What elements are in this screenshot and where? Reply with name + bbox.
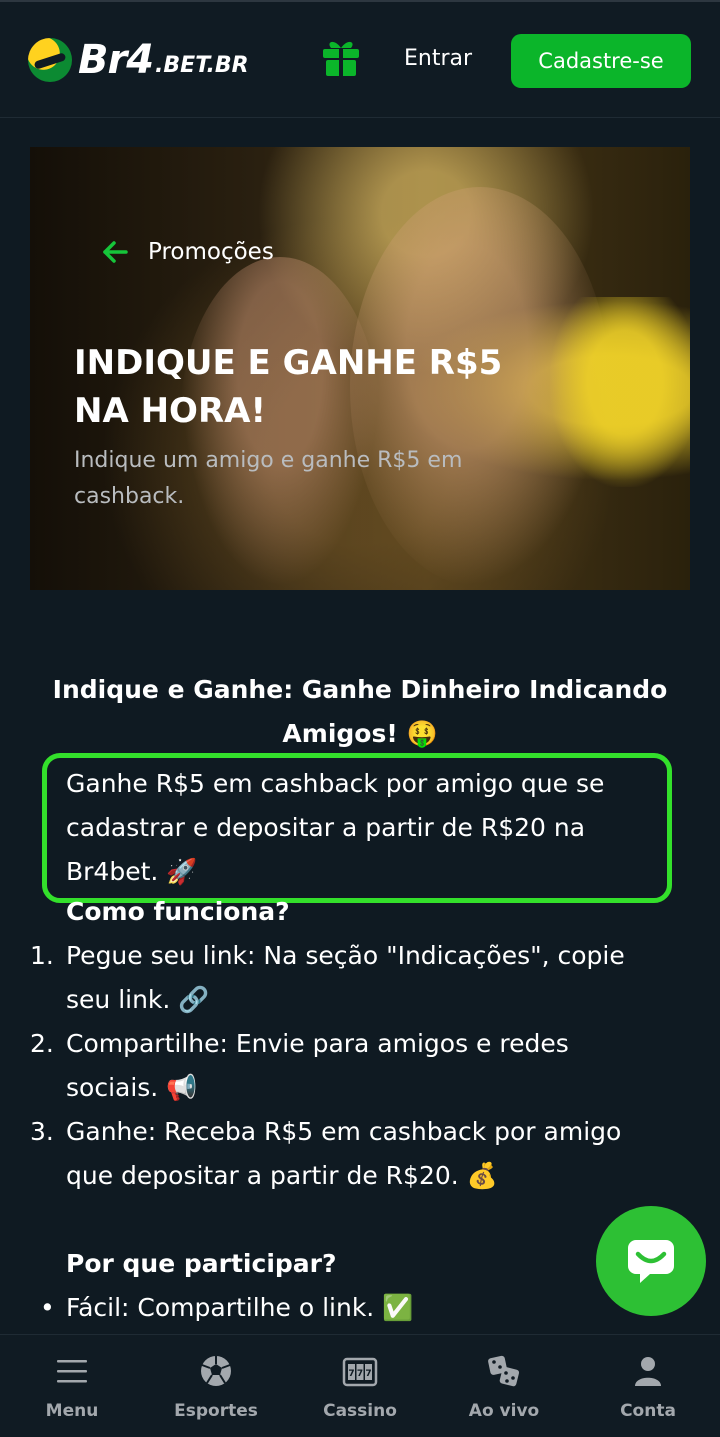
logo-text: Br4 <box>78 37 154 83</box>
how-it-works-heading: Como funciona? <box>66 897 290 926</box>
user-icon <box>635 1357 661 1386</box>
nav-item-casino[interactable]: 7 7 7 Cassino <box>288 1335 432 1437</box>
step-item: 1. Pegue seu link: Na seção "Indicações"… <box>30 934 660 1022</box>
soccer-ball-icon <box>201 1356 231 1386</box>
hero-title: INDIQUE E GANHE R$5 NA HORA! <box>74 339 574 435</box>
svg-text:7: 7 <box>365 1369 371 1379</box>
svg-text:7: 7 <box>348 1369 354 1379</box>
top-bar: Br4 .BET.BR Entrar Cadastre-se <box>0 0 720 118</box>
hero-title-line2: NA HORA! <box>74 391 266 431</box>
nav-item-live[interactable]: Ao vivo <box>432 1335 576 1437</box>
nav-item-sports[interactable]: Esportes <box>144 1335 288 1437</box>
nav-item-menu[interactable]: Menu <box>0 1335 144 1437</box>
step-number: 2. <box>30 1029 54 1058</box>
hero-title-line1: INDIQUE E GANHE R$5 <box>74 343 503 383</box>
gift-icon[interactable] <box>320 36 362 78</box>
step-text: Compartilhe: Envie para amigos e redes s… <box>66 1029 569 1102</box>
nav-label: Esportes <box>174 1401 258 1421</box>
chat-support-button[interactable] <box>596 1206 706 1316</box>
step-text: Pegue seu link: Na seção "Indicações", c… <box>66 941 625 1014</box>
arrow-left-icon <box>103 241 128 263</box>
logo-ball-icon <box>28 38 72 82</box>
promo-description: Indique e Ganhe: Ganhe Dinheiro Indicand… <box>0 668 720 1322</box>
step-number: 1. <box>30 941 54 970</box>
nav-label: Menu <box>45 1401 99 1421</box>
why-participate-heading: Por que participar? <box>66 1249 337 1278</box>
benefit-item: • Fácil: Compartilhe o link. ✅ <box>40 1286 413 1330</box>
logo-suffix: .BET.BR <box>155 52 249 78</box>
dice-icon <box>488 1355 520 1387</box>
register-button[interactable]: Cadastre-se <box>511 34 691 88</box>
nav-label: Ao vivo <box>468 1401 540 1421</box>
login-link[interactable]: Entrar <box>404 46 472 71</box>
promo-hero-banner: Promoções INDIQUE E GANHE R$5 NA HORA! I… <box>30 147 690 590</box>
step-item: 3. Ganhe: Receba R$5 em cashback por ami… <box>30 1110 660 1198</box>
chat-bubble-icon <box>628 1240 674 1283</box>
benefit-text: Fácil: Compartilhe o link. ✅ <box>66 1293 414 1322</box>
step-text: Ganhe: Receba R$5 em cashback por amigo … <box>66 1117 622 1190</box>
bottom-navigation: Menu Esportes 7 7 7 Cassino Ao vivo Cont… <box>0 1334 720 1436</box>
nav-label: Cassino <box>323 1401 397 1421</box>
hamburger-menu-icon <box>57 1360 87 1383</box>
highlight-outline <box>42 753 672 903</box>
slot-machine-icon: 7 7 7 <box>342 1357 378 1387</box>
back-label: Promoções <box>148 239 274 265</box>
svg-text:7: 7 <box>357 1369 363 1379</box>
step-item: 2. Compartilhe: Envie para amigos e rede… <box>30 1022 660 1110</box>
bullet-dot: • <box>40 1293 55 1322</box>
step-number: 3. <box>30 1117 54 1146</box>
section-title: Indique e Ganhe: Ganhe Dinheiro Indicand… <box>52 675 668 748</box>
brand-logo[interactable]: Br4 .BET.BR <box>28 36 249 84</box>
nav-label: Conta <box>620 1401 676 1421</box>
back-to-promotions-link[interactable]: Promoções <box>102 239 274 265</box>
hero-subtitle: Indique um amigo e ganhe R$5 em cashback… <box>74 448 463 509</box>
nav-item-account[interactable]: Conta <box>576 1335 720 1437</box>
